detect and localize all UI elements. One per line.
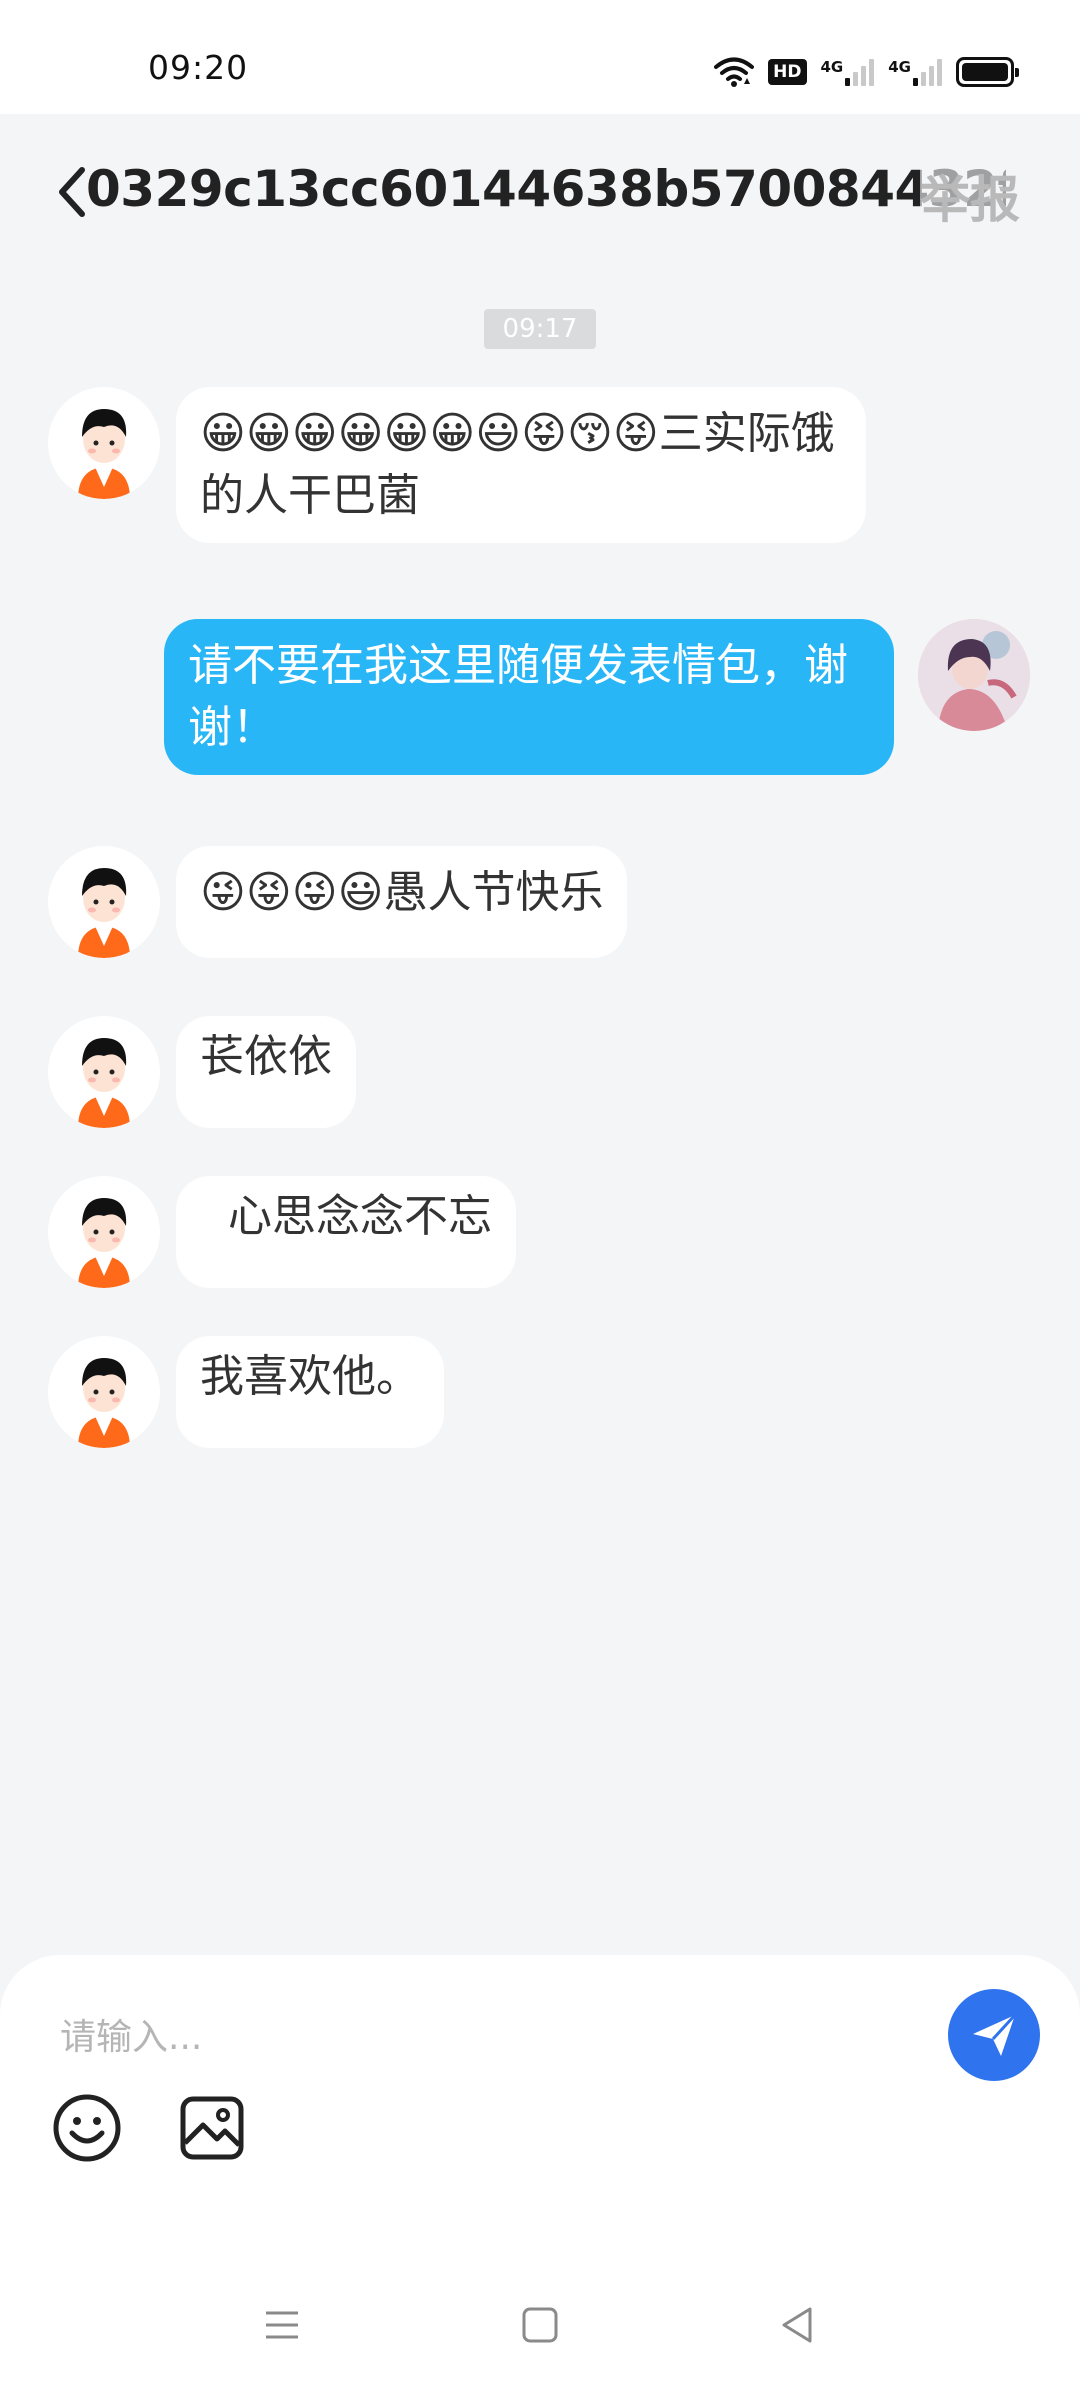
triangle-back-icon	[782, 2307, 812, 2343]
message-row-other: 我喜欢他。	[48, 1336, 444, 1448]
message-row-other: 心思念念不忘	[48, 1176, 516, 1288]
composer-panel	[0, 1955, 1080, 2400]
contact-avatar[interactable]	[48, 1336, 160, 1448]
status-time: 09:20	[148, 48, 249, 87]
square-icon	[522, 2307, 558, 2343]
nav-home-button[interactable]	[510, 2295, 570, 2355]
nav-back-button[interactable]	[768, 2295, 828, 2355]
message-bubble[interactable]: 苌依依	[176, 1016, 356, 1128]
message-row-other: 苌依依	[48, 1016, 356, 1128]
chat-screen: 09:20 HD 4G 4G 0329c13cc60144638b5700844…	[0, 0, 1080, 2400]
signal-sim2-icon: 4G	[888, 58, 942, 86]
hd-voice-icon: HD	[768, 59, 807, 85]
contact-avatar[interactable]	[48, 1016, 160, 1128]
wifi-icon	[714, 56, 755, 88]
contact-avatar[interactable]	[48, 387, 160, 499]
status-icons: HD 4G 4G	[714, 52, 1019, 92]
smiley-icon	[53, 2094, 121, 2162]
paper-plane-icon	[973, 2013, 1017, 2056]
message-row-other: 😀😀😀😀😀😀😃😝😚😝三实际饿的人干巴菌	[48, 387, 866, 543]
contact-avatar[interactable]	[48, 846, 160, 958]
status-bar: 09:20 HD 4G 4G	[0, 0, 1080, 114]
image-button[interactable]	[176, 2092, 248, 2164]
message-row-other: 😜😝😜😃愚人节快乐	[48, 846, 628, 958]
message-bubble[interactable]: 😀😀😀😀😀😀😃😝😚😝三实际饿的人干巴菌	[176, 387, 866, 543]
report-button[interactable]: 举报	[920, 160, 1020, 232]
sim1-network-label: 4G	[820, 58, 844, 76]
send-button[interactable]	[948, 1989, 1040, 2081]
chat-title: 0329c13cc60144638b570084432fc5fc	[86, 160, 1006, 218]
user-avatar[interactable]	[918, 619, 1030, 731]
message-timestamp: 09:17	[484, 309, 596, 349]
message-bubble[interactable]: 我喜欢他。	[176, 1336, 444, 1448]
battery-icon	[956, 57, 1019, 87]
message-bubble[interactable]: 心思念念不忘	[176, 1176, 516, 1288]
message-bubble-self[interactable]: 请不要在我这里随便发表情包，谢谢！	[164, 619, 894, 775]
emoji-button[interactable]	[51, 2092, 123, 2164]
signal-sim1-icon: 4G	[821, 58, 875, 86]
image-icon	[180, 2096, 244, 2160]
message-bubble[interactable]: 😜😝😜😃愚人节快乐	[176, 846, 628, 958]
nav-menu-button[interactable]	[252, 2295, 312, 2355]
contact-avatar[interactable]	[48, 1176, 160, 1288]
sim2-network-label: 4G	[888, 58, 911, 76]
menu-icon	[266, 2311, 298, 2339]
message-row-self: 请不要在我这里随便发表情包，谢谢！	[164, 619, 1030, 775]
message-input[interactable]	[60, 2007, 890, 2067]
chat-header: 0329c13cc60144638b570084432fc5fc 举报	[0, 114, 1080, 264]
